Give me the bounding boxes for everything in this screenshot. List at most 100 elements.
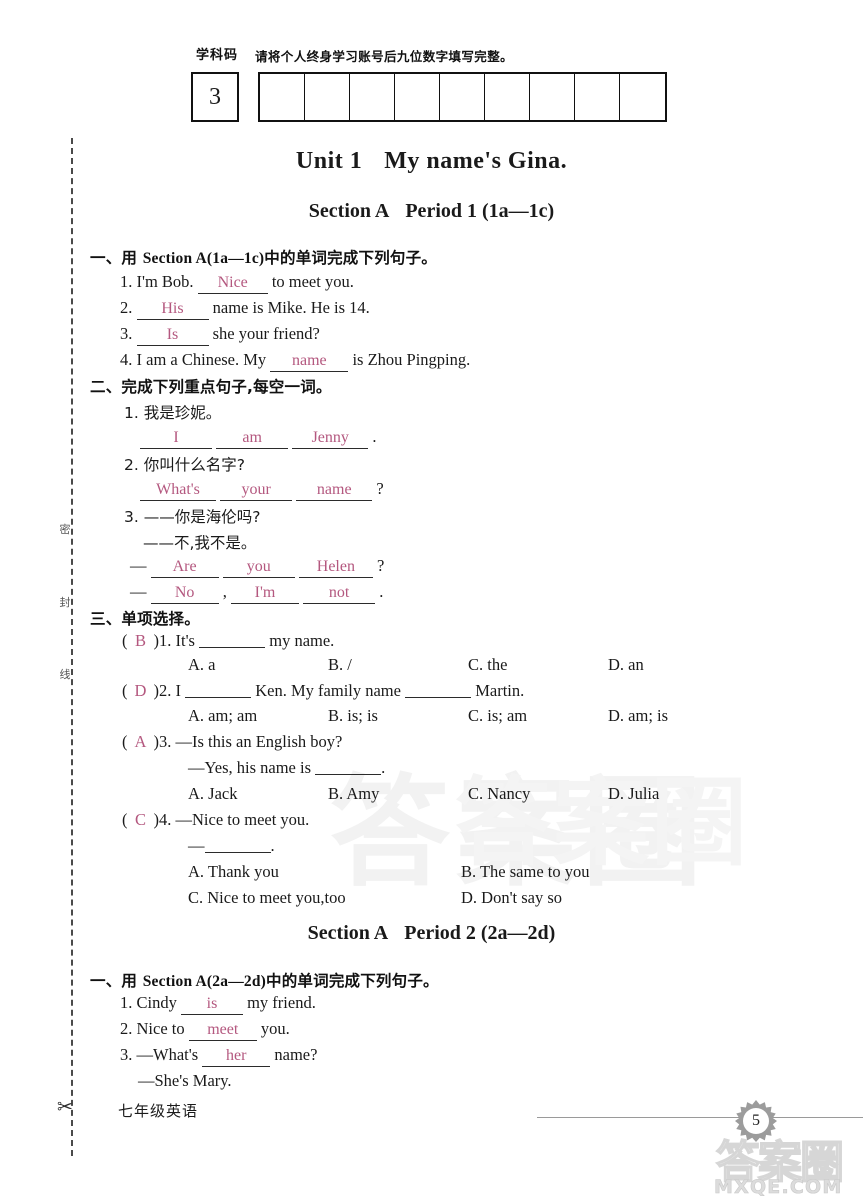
answer-blank[interactable]: Is: [136, 326, 209, 346]
item-tail: .: [372, 427, 377, 446]
item-stem-post: is Zhou Pingping.: [352, 350, 471, 369]
option-a[interactable]: A. Jack: [188, 784, 328, 804]
item-stem-mid: Ken. My family name: [255, 681, 401, 700]
item-number: 3.: [159, 732, 172, 751]
answer-blank[interactable]: His: [136, 300, 209, 320]
item-number: 1.: [120, 993, 133, 1012]
answer-blank[interactable]: meet: [188, 1021, 257, 1041]
digit-cell[interactable]: [575, 74, 620, 120]
digit-cell[interactable]: [485, 74, 530, 120]
option-a[interactable]: A. Thank you: [188, 862, 461, 882]
item-stem-pre: —Nice to meet you.: [175, 810, 310, 829]
answer-blank[interactable]: Jenny: [292, 429, 369, 449]
item-stem-post: she your friend?: [212, 324, 320, 343]
answer-blank[interactable]: you: [222, 558, 295, 578]
option-b[interactable]: B. is; is: [328, 706, 468, 726]
section-heading-1: Section A Period 1 (1a—1c): [0, 200, 863, 223]
option-b[interactable]: B. /: [328, 655, 468, 675]
answer-blank[interactable]: am: [216, 429, 289, 449]
option-b[interactable]: B. The same to you: [461, 862, 589, 882]
item-stem-post: to meet you.: [271, 272, 354, 291]
seal-dashed-line: [71, 138, 73, 1156]
exercise-3-question-4-line2: —.: [188, 836, 275, 856]
item-stem-post: .: [270, 836, 275, 855]
page-title: Unit 1 My name's Gina.: [0, 148, 863, 175]
answer-blank[interactable]: is: [180, 995, 243, 1015]
option-d[interactable]: D. am; is: [608, 706, 668, 726]
fill-blank[interactable]: [315, 758, 382, 775]
unit-title-left: Unit 1: [295, 148, 363, 174]
answer-blank[interactable]: her: [202, 1047, 271, 1067]
answer-blank[interactable]: not: [303, 584, 376, 604]
digit-cell[interactable]: [305, 74, 350, 120]
exercise-2-item-3-prompt-2: ——不,我不是。: [143, 534, 257, 552]
item-stem-post: my friend.: [247, 993, 316, 1012]
option-b[interactable]: B. Amy: [328, 784, 468, 804]
exercise-3-question-3: (A)3. —Is this an English boy?: [122, 732, 342, 752]
answer-blank[interactable]: Helen: [298, 558, 373, 578]
exercise-3-question-2: (D)2. I Ken. My family name Martin.: [122, 681, 524, 701]
answer-blank[interactable]: No: [150, 584, 219, 604]
item-tail: ?: [376, 479, 384, 498]
section-name: Section A: [307, 922, 389, 944]
option-d[interactable]: D. Julia: [608, 784, 659, 804]
item-number: 4.: [159, 810, 172, 829]
digit-cell[interactable]: [395, 74, 440, 120]
answer-choice[interactable]: C: [128, 810, 154, 830]
item-prompt-cn: 我是珍妮。: [143, 404, 222, 422]
answer-choice[interactable]: B: [128, 631, 154, 651]
fill-blank[interactable]: [185, 681, 252, 698]
exercise-1-item-1: 1. I'm Bob. Nice to meet you.: [120, 272, 354, 294]
exercise-3-question-4-options-row1: A. Thank you B. The same to you: [188, 862, 589, 882]
option-c[interactable]: C. is; am: [468, 706, 608, 726]
exercise-2-item-2-prompt: 2. 你叫什么名字?: [124, 453, 245, 475]
item-stem-pre: Cindy: [136, 993, 177, 1012]
item-stem-pre: Nice to: [136, 1019, 185, 1038]
exercise-2-item-3-prompt: 3. ——你是海伦吗?: [124, 505, 260, 527]
answer-choice[interactable]: D: [128, 681, 154, 701]
exercise-3-question-2-options: A. am; am B. is; is C. is; am D. am; is: [188, 706, 668, 726]
answer-blank[interactable]: name: [296, 481, 373, 501]
footer-divider: [537, 1117, 863, 1118]
option-c[interactable]: C. Nice to meet you,too: [188, 888, 461, 908]
option-a[interactable]: A. am; am: [188, 706, 328, 726]
answer-blank[interactable]: I: [140, 429, 212, 449]
item-number: 3.: [120, 324, 133, 343]
answer-blank[interactable]: What's: [140, 481, 216, 501]
answer-blank[interactable]: I'm: [231, 584, 299, 604]
fill-blank[interactable]: [199, 631, 266, 648]
option-d[interactable]: D. an: [608, 655, 644, 675]
digit-cell[interactable]: [350, 74, 395, 120]
seal-char-3: 线: [59, 668, 71, 681]
exercise-1-item-3: 3. Is she your friend?: [120, 324, 320, 346]
answer-blank[interactable]: your: [220, 481, 293, 501]
digit-cell[interactable]: [260, 74, 305, 120]
digit-cell[interactable]: [440, 74, 485, 120]
account-fill-note: 请将个人终身学习账号后九位数字填写完整。: [255, 49, 514, 64]
exercise-4-item-1: 1. Cindy is my friend.: [120, 993, 316, 1015]
digit-cell[interactable]: [530, 74, 575, 120]
answer-blank[interactable]: Nice: [197, 274, 268, 294]
footer-subject-label: 七年级英语: [118, 1102, 199, 1120]
option-c[interactable]: C. Nancy: [468, 784, 608, 804]
fill-blank[interactable]: [204, 836, 271, 853]
dialogue-dash: —: [130, 582, 147, 601]
option-c[interactable]: C. the: [468, 655, 608, 675]
item-stem-pre: I am a Chinese. My: [136, 350, 267, 369]
digit-cell[interactable]: [620, 74, 665, 120]
exercise-4-item-2: 2. Nice to meet you.: [120, 1019, 290, 1041]
answer-blank[interactable]: name: [270, 352, 349, 372]
item-stem-pre: —Is this an English boy?: [175, 732, 343, 751]
answer-blank[interactable]: Are: [150, 558, 219, 578]
period-name: Period 2 (2a—2d): [404, 922, 556, 944]
answer-choice[interactable]: A: [128, 732, 154, 752]
item-number: 1.: [120, 272, 133, 291]
exercise-4-heading-cn-a: 一、用: [90, 972, 143, 990]
exercise-3-question-1-options: A. a B. / C. the D. an: [188, 655, 644, 675]
option-a[interactable]: A. a: [188, 655, 328, 675]
account-digit-grid[interactable]: [258, 72, 667, 122]
fill-blank[interactable]: [405, 681, 472, 698]
option-d[interactable]: D. Don't say so: [461, 888, 562, 908]
exercise-2-item-2-answers: What's your name ?: [140, 479, 384, 501]
exercise-2-item-3-answers-q: — Are you Helen ?: [130, 556, 384, 578]
